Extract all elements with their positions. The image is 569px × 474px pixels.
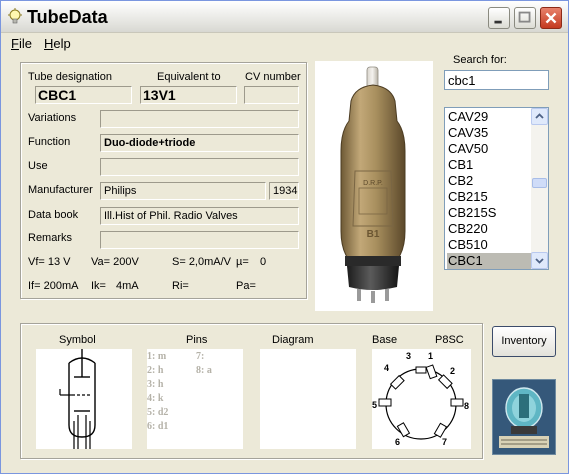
ik-value: 4mA xyxy=(116,280,139,292)
base-label: Base xyxy=(372,334,398,346)
cv-number-label: CV number xyxy=(245,71,301,83)
search-input[interactable] xyxy=(444,70,549,90)
s-rating: S= 2,0mA/V xyxy=(172,256,232,268)
app-window: TubeData File Help Tube designation Equi… xyxy=(0,0,569,474)
scroll-down-button[interactable] xyxy=(531,252,548,269)
chevron-down-icon xyxy=(535,258,544,264)
maximize-icon xyxy=(518,11,531,23)
list-item[interactable]: CB215 xyxy=(447,189,531,205)
vf-rating: Vf= 13 V xyxy=(28,256,71,268)
list-item[interactable]: CB220 xyxy=(447,221,531,237)
manufacturer-field[interactable]: Philips xyxy=(100,182,266,200)
minimize-icon xyxy=(494,20,502,24)
base-code: P8SC xyxy=(435,334,464,346)
base-pin-3: 3 xyxy=(406,351,411,361)
remarks-field[interactable] xyxy=(100,231,299,249)
pin-1: 1: m xyxy=(147,351,167,362)
pin-7: 7: xyxy=(196,351,205,362)
use-field[interactable] xyxy=(100,158,299,176)
va-rating: Va= 200V xyxy=(91,256,139,268)
pins-label: Pins xyxy=(186,334,208,346)
list-item[interactable]: CB510 xyxy=(447,237,531,253)
mu-value: 0 xyxy=(260,256,267,268)
tube-photo: D.R.P. B1 xyxy=(315,61,433,311)
list-item[interactable]: CAV29 xyxy=(447,109,531,125)
scroll-up-button[interactable] xyxy=(531,108,548,125)
diagram-area xyxy=(260,349,356,449)
tube-designation-label: Tube designation xyxy=(28,71,112,83)
title-bar[interactable]: TubeData xyxy=(1,1,568,33)
cv-number-field[interactable] xyxy=(244,86,299,104)
list-item[interactable]: CB2 xyxy=(447,173,531,189)
menu-help-accel: H xyxy=(44,36,54,51)
pin-6: 6: d1 xyxy=(147,421,169,432)
pin-4: 4: k xyxy=(147,393,164,404)
list-item[interactable]: CAV50 xyxy=(447,141,531,157)
menu-help-label: elp xyxy=(53,36,71,51)
base-pin-4: 4 xyxy=(384,363,389,373)
inventory-button[interactable]: Inventory xyxy=(492,326,556,357)
data-book-field[interactable]: Ill.Hist of Phil. Radio Valves xyxy=(100,207,299,225)
if-rating: If= 200mA xyxy=(28,280,79,292)
list-scrollbar[interactable] xyxy=(531,108,548,269)
pin-5: 5: d2 xyxy=(147,407,169,418)
menu-file-accel: F xyxy=(11,36,19,51)
close-icon xyxy=(545,12,557,24)
base-panel: 1 2 3 4 5 6 7 8 xyxy=(372,349,471,449)
tube-print-drp: D.R.P. xyxy=(363,180,383,187)
minimize-button[interactable] xyxy=(488,7,510,29)
pins-panel: 1: m 2: h 3: h 4: k 5: d2 6: d1 7: 8: a xyxy=(147,349,243,449)
tube-listbox[interactable]: CAV29 CAV35 CAV50 CB1 CB2 CB215 CB215S C… xyxy=(444,107,549,270)
chevron-up-icon xyxy=(535,113,544,119)
base-pin-1: 1 xyxy=(428,351,433,361)
search-label: Search for: xyxy=(453,54,507,66)
scroll-thumb[interactable] xyxy=(532,178,547,188)
base-pinout-diagram: 1 2 3 4 5 6 7 8 xyxy=(372,351,469,447)
function-label: Function xyxy=(28,136,71,148)
ik-label: Ik= xyxy=(91,280,106,292)
tube-logo-icon xyxy=(493,380,555,454)
equivalent-field[interactable]: 13V1 xyxy=(140,86,237,104)
list-item[interactable]: CB1 xyxy=(447,157,531,173)
menu-file-label: ile xyxy=(18,36,32,51)
close-button[interactable] xyxy=(540,7,562,29)
window-title: TubeData xyxy=(27,7,108,27)
base-pin-6: 6 xyxy=(395,437,400,447)
data-book-label: Data book xyxy=(28,209,79,221)
base-pin-5: 5 xyxy=(372,400,377,410)
mu-label: µ= xyxy=(236,256,249,268)
tube-designation-field[interactable]: CBC1 xyxy=(35,86,132,104)
pin-8: 8: a xyxy=(196,365,212,376)
tube-illustration: D.R.P. B1 xyxy=(340,66,406,303)
base-pin-7: 7 xyxy=(442,437,447,447)
remarks-label: Remarks xyxy=(28,232,73,244)
app-logo xyxy=(492,379,556,455)
year-field[interactable]: 1934 xyxy=(269,182,299,200)
symbol-panel xyxy=(36,349,132,449)
list-item-selected[interactable]: CBC1 xyxy=(447,253,531,269)
use-label: Use xyxy=(28,160,48,172)
function-field[interactable]: Duo-diode+triode xyxy=(100,134,299,152)
base-pin-8: 8 xyxy=(464,401,469,411)
diagram-label: Diagram xyxy=(272,334,314,346)
maximize-button[interactable] xyxy=(514,7,536,29)
tube-mark-b1: B1 xyxy=(367,229,380,240)
pa-rating: Pa= xyxy=(236,280,256,292)
manufacturer-label: Manufacturer xyxy=(28,184,93,196)
menu-bar: File Help xyxy=(1,34,568,54)
equivalent-label: Equivalent to xyxy=(157,71,221,83)
triode-symbol xyxy=(59,349,96,449)
lightbulb-icon xyxy=(8,8,22,24)
symbol-label: Symbol xyxy=(59,334,96,346)
pin-2: 2: h xyxy=(147,365,164,376)
variations-field[interactable] xyxy=(100,110,299,128)
menu-help[interactable]: Help xyxy=(44,36,71,51)
pin-3: 3: h xyxy=(147,379,164,390)
list-item[interactable]: CB215S xyxy=(447,205,531,221)
menu-file[interactable]: File xyxy=(11,36,32,51)
variations-label: Variations xyxy=(28,112,77,124)
list-item[interactable]: CAV35 xyxy=(447,125,531,141)
ri-rating: Ri= xyxy=(172,280,189,292)
base-pin-2: 2 xyxy=(450,366,455,376)
